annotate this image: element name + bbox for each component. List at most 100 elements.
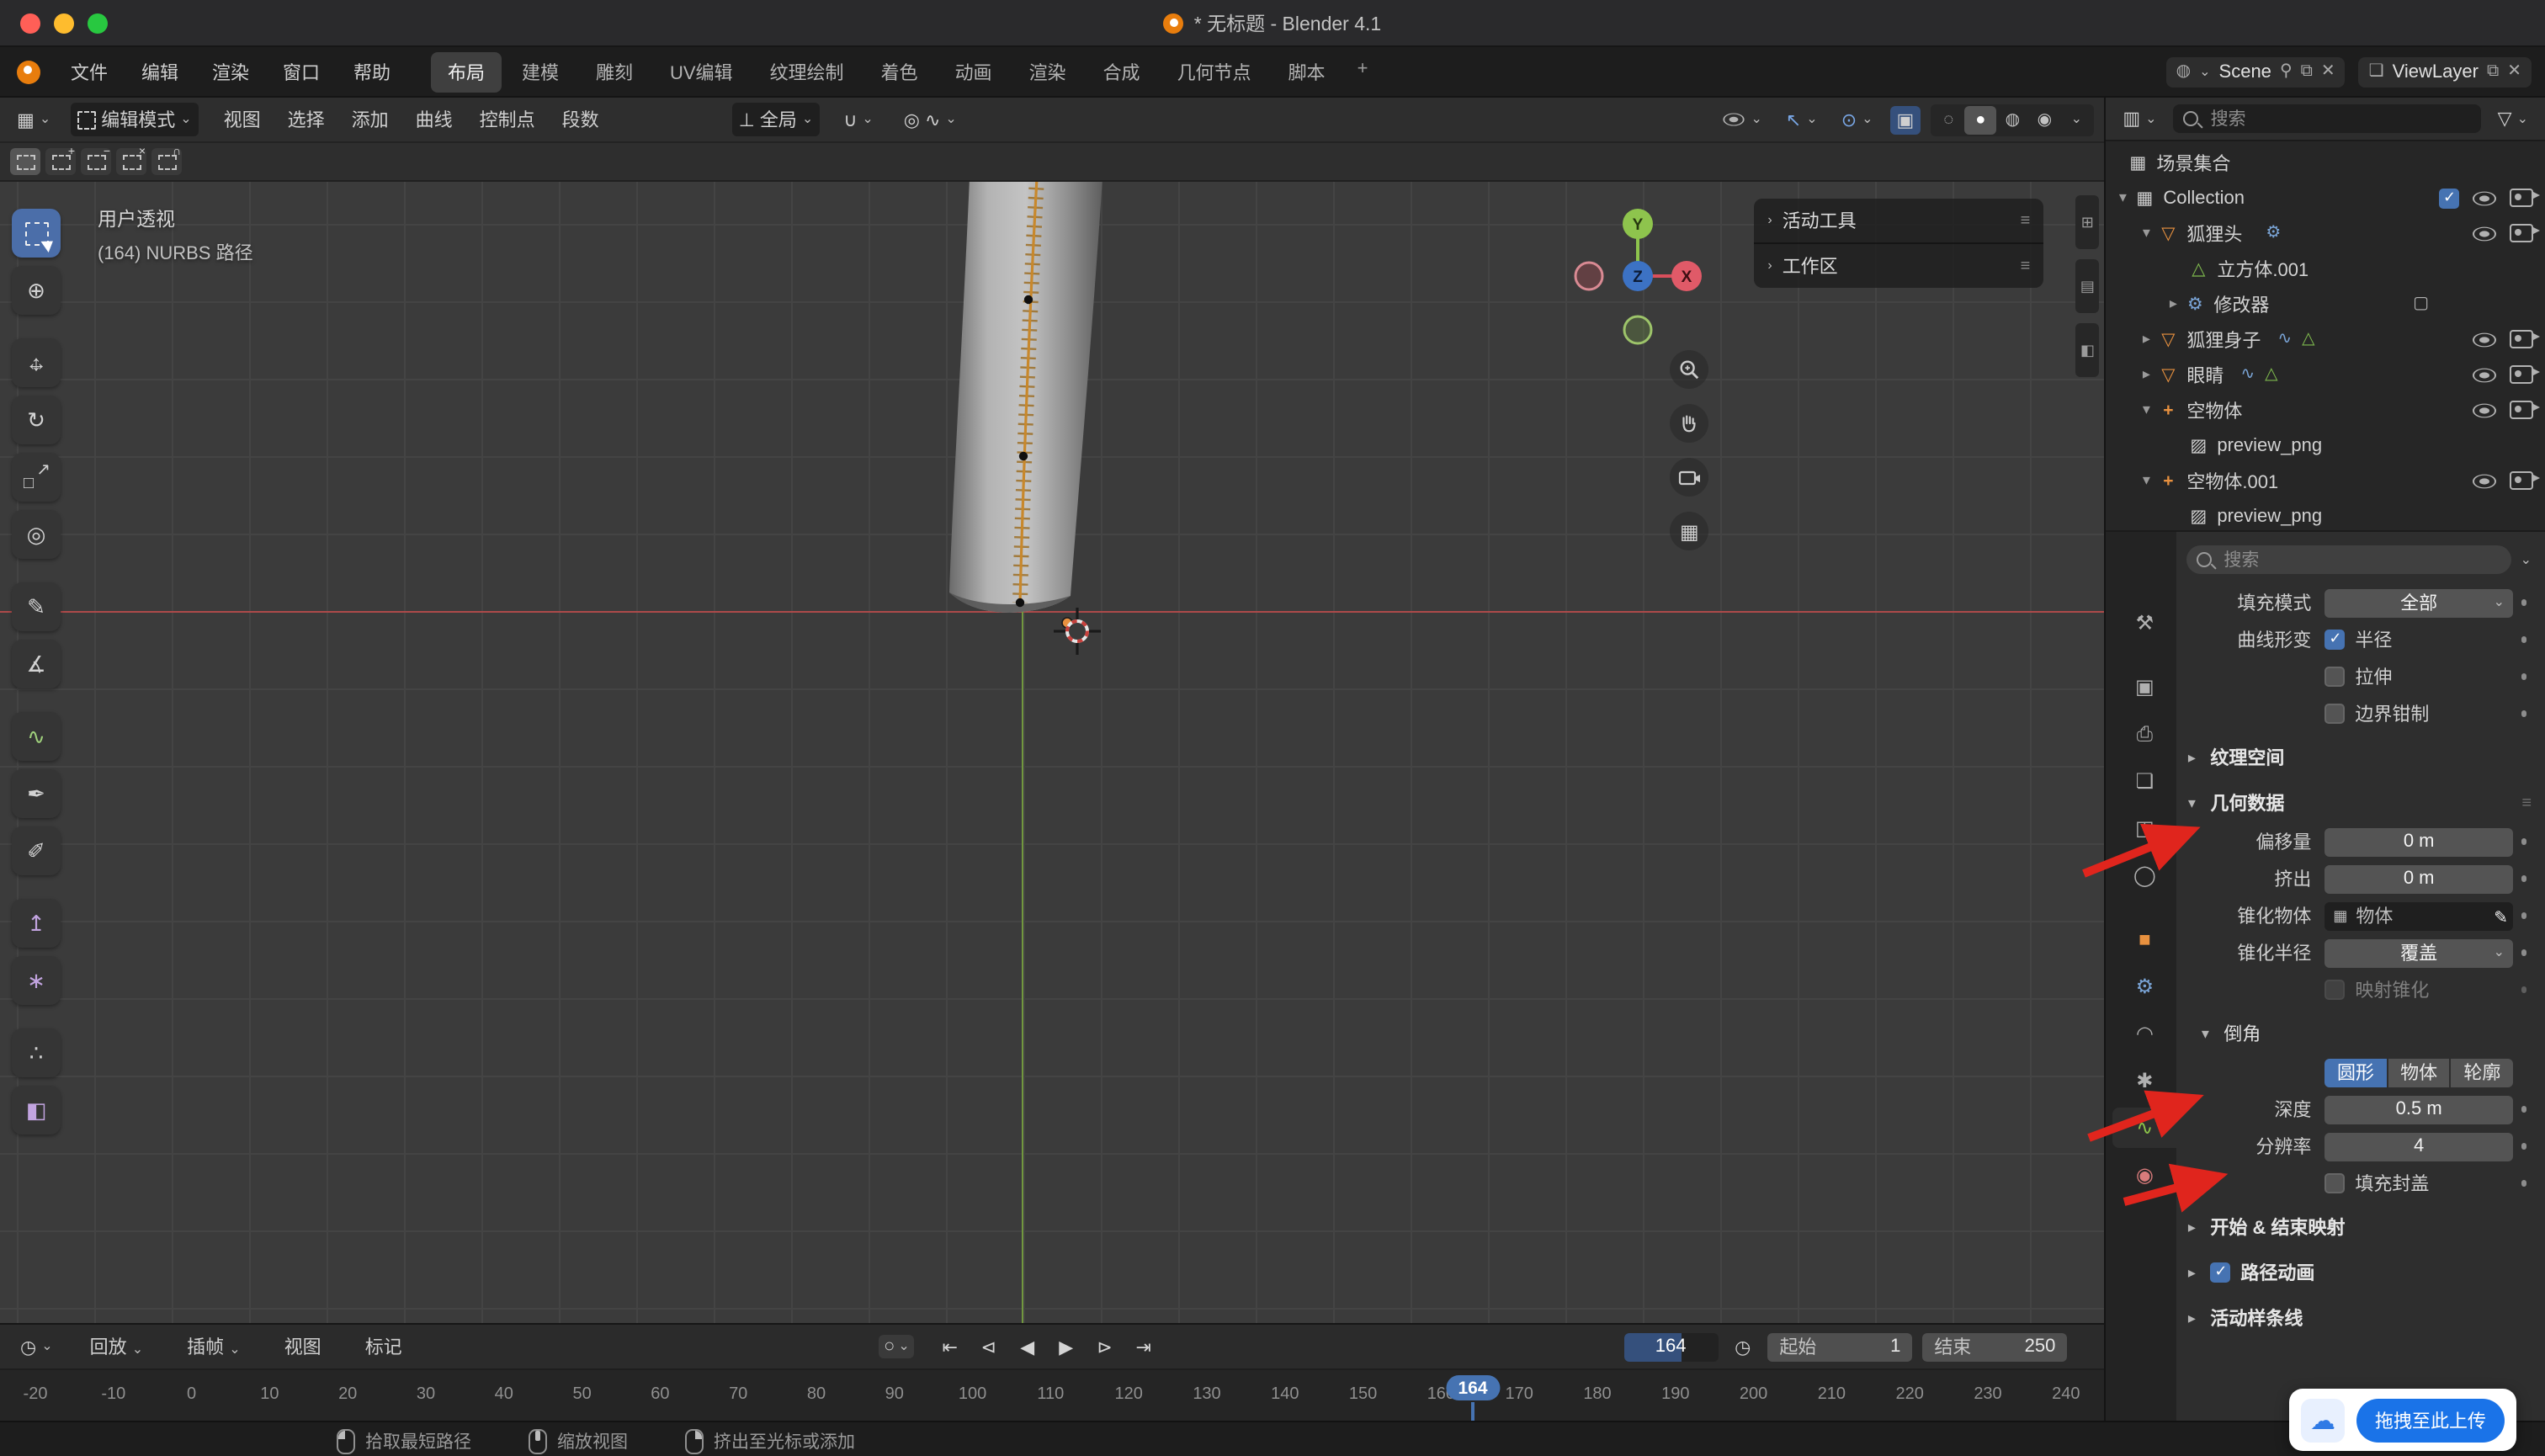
- visibility-dropdown[interactable]: [1715, 104, 1768, 135]
- tool-randomize[interactable]: [12, 1028, 61, 1077]
- shading-solid-button[interactable]: [1964, 105, 1997, 134]
- tool-curve-pen[interactable]: [12, 769, 61, 818]
- tool-extrude-to-cursor[interactable]: [12, 1086, 61, 1135]
- outliner-search-input[interactable]: [2207, 107, 2471, 130]
- auto-keyframe-toggle[interactable]: [879, 1335, 915, 1358]
- blender-menu-icon[interactable]: [13, 56, 44, 87]
- section-geometry[interactable]: 几何数据: [2183, 783, 2535, 823]
- workspace-tab-uv[interactable]: UV编辑: [653, 51, 750, 92]
- tab-physics[interactable]: [2112, 1013, 2176, 1054]
- drag-handle-icon[interactable]: [2021, 257, 2031, 275]
- tool-rotate[interactable]: [12, 396, 61, 444]
- bevel-tab-profile[interactable]: 轮廓: [2451, 1058, 2513, 1087]
- outliner-search[interactable]: [2173, 104, 2481, 133]
- jump-to-end-button[interactable]: [1127, 1331, 1161, 1362]
- animate-dot[interactable]: [2513, 674, 2535, 680]
- expand-icon[interactable]: [2136, 471, 2156, 490]
- tab-scene[interactable]: [2112, 808, 2176, 848]
- expand-icon[interactable]: [2136, 365, 2156, 384]
- animate-dot[interactable]: [2513, 637, 2535, 643]
- workspace-tab-layout[interactable]: 布局: [431, 51, 502, 92]
- shading-dropdown[interactable]: [2060, 105, 2092, 134]
- tool-tilt[interactable]: [12, 956, 61, 1005]
- workspace-tab-modeling[interactable]: 建模: [505, 51, 576, 92]
- transform-orientation-selector[interactable]: 全局: [731, 103, 821, 136]
- tool-transform[interactable]: [12, 510, 61, 559]
- outliner-row-fox-body[interactable]: 狐狸身子: [2106, 321, 2545, 357]
- eye-icon[interactable]: [2473, 367, 2496, 382]
- menu-keying[interactable]: 插帧: [173, 1328, 254, 1365]
- tab-view-layer[interactable]: [2112, 761, 2176, 801]
- menu-help[interactable]: 帮助: [340, 53, 404, 90]
- timeline-ruler[interactable]: 164 -20 -10 0 10 20 30 40 50 60 70 80 90 100 110 120 13…: [0, 1370, 2105, 1421]
- menu-window[interactable]: 窗口: [269, 53, 333, 90]
- resolution-field[interactable]: 4: [2325, 1132, 2513, 1161]
- animate-dot[interactable]: [2513, 950, 2535, 956]
- region-tab[interactable]: [2075, 323, 2100, 377]
- section-bevel[interactable]: 倒角: [2197, 1013, 2535, 1054]
- expand-icon[interactable]: [2112, 189, 2133, 207]
- toggle-perspective-button[interactable]: [1670, 512, 1709, 550]
- copy-view-layer-icon[interactable]: [2487, 62, 2499, 81]
- upload-widget[interactable]: 拖拽至此上传: [2289, 1389, 2516, 1451]
- view-layer-selector[interactable]: ViewLayer: [2358, 56, 2532, 87]
- outliner-row-scene-collection[interactable]: 场景集合: [2106, 145, 2545, 180]
- offset-field[interactable]: 0 m: [2325, 827, 2513, 856]
- menu-edit[interactable]: 编辑: [128, 53, 192, 90]
- panel-active-tool[interactable]: 活动工具: [1754, 199, 2043, 242]
- gizmos-dropdown[interactable]: [1779, 105, 1825, 134]
- zoom-button[interactable]: [1670, 350, 1709, 389]
- properties-search[interactable]: [2186, 545, 2512, 574]
- gizmo-negative-x[interactable]: [1574, 261, 1604, 291]
- tool-extrude[interactable]: [12, 899, 61, 948]
- tab-modifiers[interactable]: [2112, 966, 2176, 1007]
- tab-object-data[interactable]: [2112, 1108, 2177, 1148]
- section-path-animation[interactable]: 路径动画: [2183, 1252, 2535, 1293]
- eye-icon[interactable]: [2473, 190, 2496, 205]
- collection-checkbox[interactable]: [2439, 188, 2459, 208]
- mode-selector[interactable]: 编辑模式: [71, 103, 199, 136]
- select-mode-set-button[interactable]: [10, 148, 40, 175]
- menu-view[interactable]: 视图: [212, 103, 273, 136]
- eye-icon[interactable]: [2473, 226, 2496, 241]
- select-mode-extend-button[interactable]: [45, 146, 76, 175]
- snap-toggle[interactable]: [837, 105, 880, 134]
- overlays-dropdown[interactable]: [1835, 105, 1880, 134]
- shading-material-button[interactable]: [1996, 105, 2028, 134]
- radius-checkbox[interactable]: [2325, 630, 2346, 650]
- viewport-canvas[interactable]: 用户透视 (164) NURBS 路径 ⊕ ↔ ↕ ↻ □ ↗ ◎ ✎ ∡ ∿ …: [0, 182, 2105, 1323]
- animate-dot[interactable]: [2513, 1107, 2535, 1113]
- outliner-row-fox-head[interactable]: 狐狸头: [2106, 215, 2545, 251]
- outliner-row-preview-png[interactable]: preview_png: [2106, 428, 2545, 463]
- workspace-tab-geometry-nodes[interactable]: 几何节点: [1161, 51, 1268, 92]
- animate-dot[interactable]: [2513, 1181, 2535, 1187]
- navigation-gizmo[interactable]: Y X Z: [1570, 202, 1712, 350]
- current-frame-field[interactable]: 164: [1623, 1332, 1719, 1361]
- tool-scale[interactable]: [12, 453, 61, 502]
- camera-icon[interactable]: [2510, 330, 2539, 348]
- menu-marker[interactable]: 标记: [352, 1328, 416, 1365]
- camera-view-button[interactable]: [1670, 458, 1709, 497]
- tab-render[interactable]: [2112, 667, 2176, 707]
- properties-options-icon[interactable]: [2521, 553, 2532, 566]
- region-tab[interactable]: [2075, 195, 2100, 249]
- camera-icon[interactable]: [2510, 401, 2539, 419]
- gizmo-negative-y[interactable]: [1623, 315, 1653, 345]
- expand-icon[interactable]: [2136, 330, 2156, 348]
- animate-dot[interactable]: [2513, 839, 2535, 845]
- outliner-row-preview-png-2[interactable]: preview_png: [2106, 498, 2545, 530]
- tab-output[interactable]: [2112, 714, 2176, 754]
- pan-hand-button[interactable]: [1670, 404, 1709, 443]
- extrude-field[interactable]: 0 m: [2325, 864, 2513, 893]
- animate-dot[interactable]: [2513, 600, 2535, 606]
- tab-tool[interactable]: [2112, 603, 2176, 643]
- menu-segments[interactable]: 段数: [550, 103, 611, 136]
- next-keyframe-button[interactable]: [1088, 1331, 1122, 1362]
- workspace-tab-shading[interactable]: 着色: [864, 51, 935, 92]
- play-reverse-button[interactable]: [1011, 1331, 1044, 1362]
- tool-curve-pen-extra[interactable]: [12, 826, 61, 875]
- timeline-editor-type-button[interactable]: [13, 1332, 60, 1361]
- tool-measure[interactable]: [12, 640, 61, 688]
- expand-icon[interactable]: [2136, 224, 2156, 242]
- expand-icon[interactable]: [2136, 401, 2156, 419]
